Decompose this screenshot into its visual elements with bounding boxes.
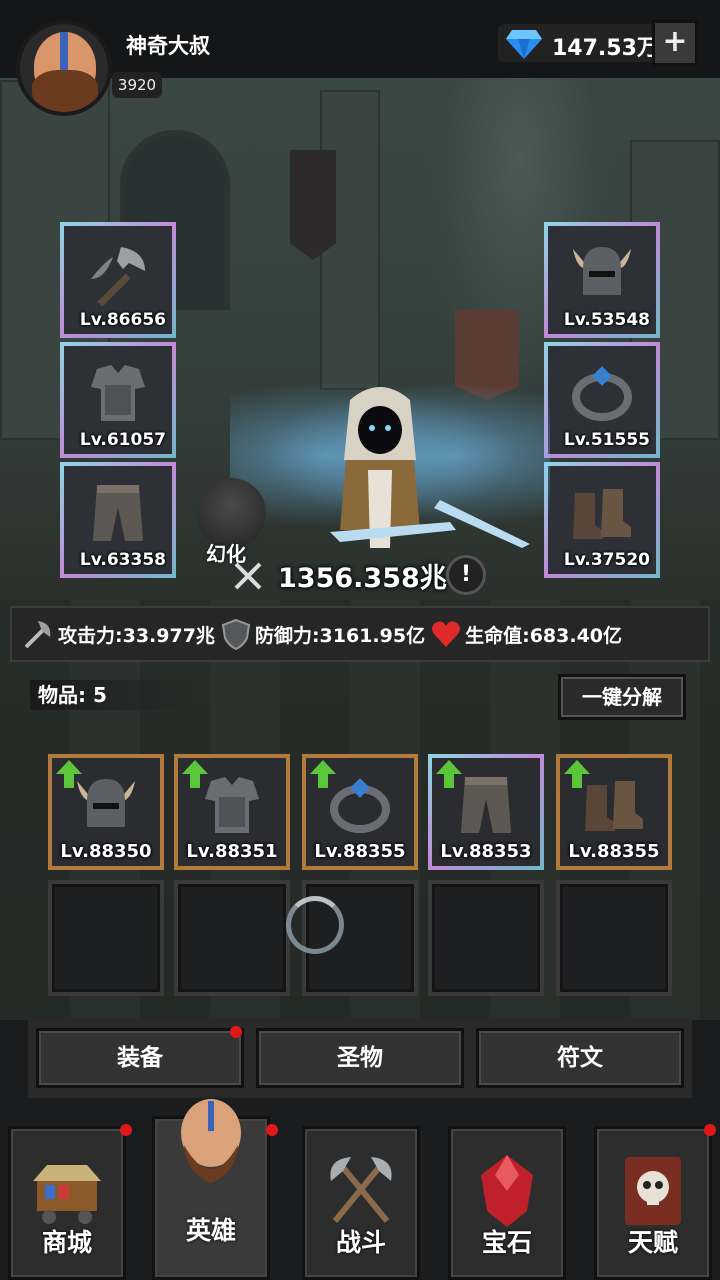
item-level: Lv.88350 — [60, 841, 152, 862]
item-level: Lv.88351 — [186, 841, 278, 862]
nav-label: 战斗 — [335, 1228, 386, 1257]
nav-battle[interactable]: 战斗 — [302, 1126, 420, 1280]
equip-level: Lv.51555 — [563, 430, 650, 450]
equip-slot-weapon[interactable]: Lv.86656 — [60, 222, 176, 338]
inventory-empty-slot[interactable] — [174, 880, 290, 996]
upgrade-arrow-icon — [310, 760, 336, 788]
inventory-empty-slot[interactable] — [48, 880, 164, 996]
inventory-count-label: 物品: — [38, 683, 86, 707]
combat-power: 1356.358兆 — [278, 563, 447, 594]
inventory-item-pants[interactable]: Lv.88353 — [428, 754, 544, 870]
ruby-icon — [481, 1155, 533, 1227]
inventory-item-helmet[interactable]: Lv.88350 — [48, 754, 164, 870]
tab-equipment[interactable]: 装备 — [36, 1028, 244, 1088]
hp-value: 683.40亿 — [529, 624, 623, 647]
stat-defense: 防御力: 3161.95亿 — [221, 618, 425, 650]
equip-slot-boots[interactable]: Lv.37520 — [544, 462, 660, 578]
crossed-swords-icon — [234, 562, 262, 590]
item-level: Lv.88353 — [440, 841, 532, 862]
skull-book-icon — [625, 1157, 681, 1225]
notification-dot — [230, 1026, 242, 1038]
equipment-subtabs: 装备 圣物 符文 — [28, 1018, 692, 1098]
nav-shop[interactable]: 商城 — [8, 1126, 126, 1280]
banner — [290, 150, 336, 260]
nav-gems[interactable]: 宝石 — [448, 1126, 566, 1280]
tab-runes[interactable]: 符文 — [476, 1028, 684, 1088]
notification-dot — [704, 1124, 716, 1136]
helmet-icon — [573, 246, 631, 295]
axe-icon — [24, 621, 51, 649]
equip-slot-helmet[interactable]: Lv.53548 — [544, 222, 660, 338]
pants-icon — [93, 484, 143, 541]
inventory-item-armor[interactable]: Lv.88351 — [174, 754, 290, 870]
armor-icon — [91, 364, 145, 421]
inventory-item-ring[interactable]: Lv.88355 — [302, 754, 418, 870]
defense-value: 3161.95亿 — [319, 624, 426, 647]
upgrade-arrow-icon — [564, 760, 590, 788]
equip-slot-ring[interactable]: Lv.51555 — [544, 342, 660, 458]
nav-talent[interactable]: 天赋 — [594, 1126, 712, 1280]
loading-spinner — [286, 896, 344, 954]
inventory-count-value: 5 — [92, 683, 107, 707]
attack-label: 攻击力: — [58, 624, 123, 647]
ring-icon — [572, 365, 632, 421]
boots-icon — [573, 488, 631, 539]
defense-label: 防御力: — [254, 624, 320, 647]
diamond-icon — [506, 30, 542, 59]
stats-bar: 攻击力: 33.977兆 防御力: 3161.95亿 生命值: 683.40亿 — [10, 606, 710, 662]
equip-level: Lv.86656 — [79, 310, 166, 330]
equip-level: Lv.53548 — [563, 310, 650, 330]
shield-icon — [221, 618, 251, 650]
equip-slot-armor[interactable]: Lv.61057 — [60, 342, 176, 458]
tab-relics[interactable]: 圣物 — [256, 1028, 464, 1088]
item-level: Lv.88355 — [568, 841, 660, 862]
player-level-badge: 3920 — [112, 72, 162, 98]
upgrade-arrow-icon — [436, 760, 462, 788]
item-level: Lv.88355 — [314, 841, 406, 862]
stat-attack: 攻击力: 33.977兆 — [20, 617, 215, 651]
avatar-warpaint — [60, 32, 68, 72]
avatar-beard — [32, 70, 98, 112]
heart-icon — [432, 621, 461, 647]
nav-label: 商城 — [41, 1228, 92, 1257]
inventory-item-boots[interactable]: Lv.88355 — [556, 754, 672, 870]
power-info-button[interactable]: ! — [446, 555, 486, 595]
equip-slot-pants[interactable]: Lv.63358 — [60, 462, 176, 578]
attack-value: 33.977兆 — [122, 624, 215, 647]
inventory-count: 物品: 5 — [30, 680, 190, 710]
player-name: 神奇大叔 — [126, 34, 210, 58]
stat-hp: 生命值: 683.40亿 — [431, 620, 622, 648]
sword-icon — [330, 500, 530, 548]
nav-label: 英雄 — [185, 1216, 236, 1245]
upgrade-arrow-icon — [56, 760, 82, 788]
gem-amount: 147.53万 — [552, 36, 659, 61]
equip-level: Lv.37520 — [563, 550, 650, 570]
inventory-empty-slot[interactable] — [428, 880, 544, 996]
upgrade-arrow-icon — [182, 760, 208, 788]
dismantle-all-button[interactable]: 一键分解 — [558, 674, 686, 720]
hero-icon — [181, 1099, 241, 1183]
equip-level: Lv.61057 — [79, 430, 166, 450]
nav-hero[interactable]: 英雄 — [152, 1099, 270, 1280]
axe-icon — [91, 246, 145, 307]
notification-dot — [266, 1124, 278, 1136]
inventory-empty-slot[interactable] — [556, 880, 672, 996]
add-gems-button[interactable]: + — [652, 20, 698, 66]
player-avatar[interactable] — [16, 20, 112, 116]
crossed-axes-icon — [330, 1157, 392, 1223]
hp-label: 生命值: — [465, 624, 530, 647]
equip-level: Lv.63358 — [79, 550, 166, 570]
notification-dot — [120, 1124, 132, 1136]
nav-label: 天赋 — [627, 1228, 678, 1257]
cart-icon — [33, 1165, 101, 1224]
nav-label: 宝石 — [481, 1228, 532, 1257]
